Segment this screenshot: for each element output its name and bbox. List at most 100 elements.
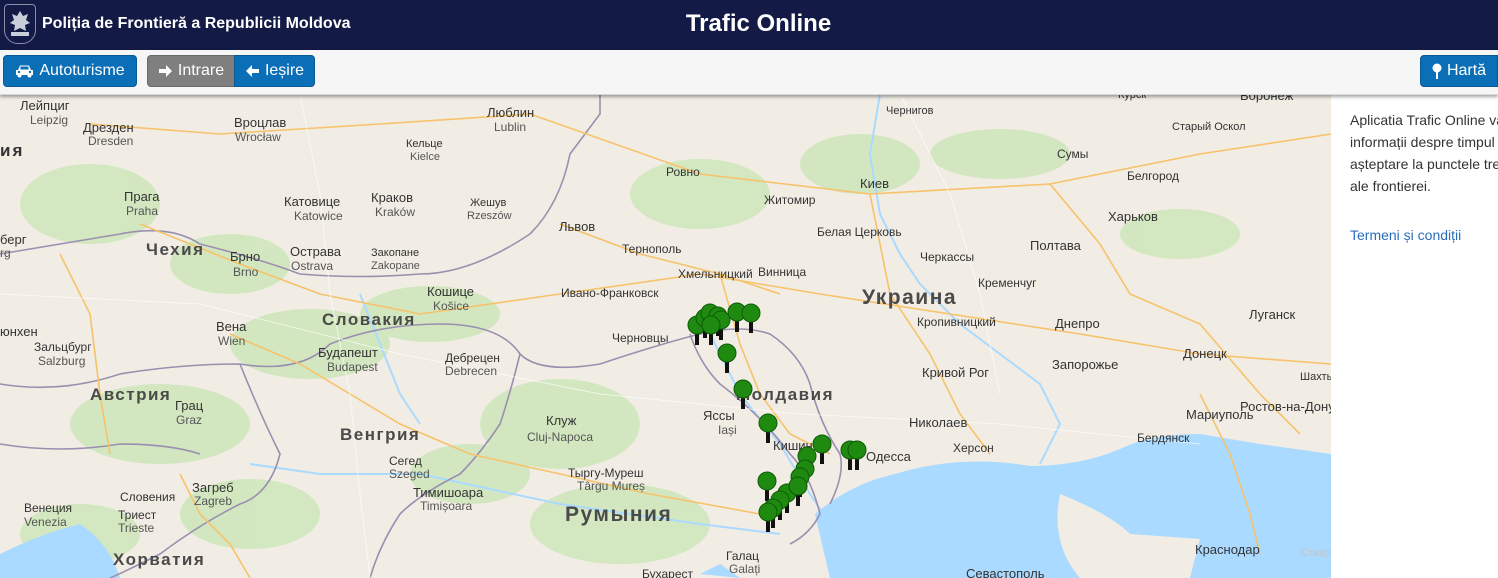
svg-text:Старый Оскол: Старый Оскол [1172,121,1246,133]
map-button[interactable]: Hartă [1420,55,1498,87]
svg-text:Острава: Острава [290,244,342,259]
svg-text:юнхен: юнхен [0,324,38,339]
svg-text:Курск: Курск [1118,94,1146,101]
svg-text:Чернигов: Чернигов [886,105,934,117]
svg-text:ия: ия [0,141,24,160]
svg-text:Cluj-Napoca: Cluj-Napoca [527,430,593,444]
svg-text:Харьков: Харьков [1108,209,1158,224]
svg-text:Szeged: Szeged [389,467,430,481]
arrow-right-icon [158,65,172,77]
svg-text:Кременчуг: Кременчуг [978,276,1037,290]
svg-text:Debrecen: Debrecen [445,364,497,378]
svg-text:Донецк: Донецк [1183,346,1227,361]
map-label: Hartă [1446,62,1487,79]
svg-text:Тернополь: Тернополь [622,242,681,256]
page-title: Trafic Online [685,10,832,37]
exit-button[interactable]: Ieșire [234,55,315,87]
svg-text:Закопане: Закопане [371,247,419,259]
svg-text:Wrocław: Wrocław [235,130,281,144]
svg-text:Одесса: Одесса [866,449,912,464]
svg-text:Iași: Iași [718,423,737,437]
svg-text:Leipzig: Leipzig [30,113,68,127]
svg-text:Словакия: Словакия [322,310,416,329]
svg-text:Кошице: Кошице [427,284,474,299]
vehicle-type-label: Autoturisme [39,62,125,79]
border-crossing-pin[interactable] [717,343,737,373]
svg-text:Украина: Украина [862,286,957,309]
exit-label: Ieșire [264,62,305,79]
terms-link[interactable]: Termeni și condiții [1350,227,1461,243]
svg-text:Хмельницкий: Хмельницкий [678,267,753,281]
svg-text:Черкассы: Черкассы [920,250,974,264]
svg-text:Севастополь: Севастополь [966,566,1045,578]
svg-text:Вроцлав: Вроцлав [234,115,286,130]
toolbar: Autoturisme Intrare Ieșire Hartă [0,50,1498,95]
svg-text:Жешув: Жешув [470,197,506,209]
svg-text:Киев: Киев [860,176,889,191]
svg-text:Вена: Вена [216,319,247,334]
svg-text:Дрезден: Дрезден [83,120,134,135]
map-marker-icon [1432,63,1442,79]
svg-text:rg: rg [0,246,11,260]
svg-text:Katowice: Katowice [294,209,343,223]
svg-text:Полтава: Полтава [1030,238,1082,253]
svg-text:Черновцы: Черновцы [612,331,669,345]
svg-text:Ростов-на-Дону: Ростов-на-Дону [1240,399,1331,414]
entry-button[interactable]: Intrare [147,55,235,87]
svg-text:Брно: Брно [230,249,260,264]
svg-text:Винница: Винница [758,265,807,279]
border-crossing-pin[interactable] [701,315,721,345]
border-crossing-pin[interactable] [788,476,808,506]
svg-text:Дебрецен: Дебрецен [445,351,500,365]
svg-text:берг: берг [0,232,27,247]
svg-text:Kielce: Kielce [410,151,440,163]
svg-text:Zakopane: Zakopane [371,260,420,272]
svg-text:Чехия: Чехия [146,240,205,259]
svg-text:Краков: Краков [371,190,413,205]
app-header: Poliția de Frontieră a Republicii Moldov… [0,0,1498,50]
svg-text:Târgu Mureș: Târgu Mureș [577,479,645,493]
map-label-leipzig: Лейпциг [20,98,70,113]
svg-text:Кельце: Кельце [406,138,443,150]
svg-text:Николаев: Николаев [909,415,967,430]
svg-text:Venezia: Venezia [24,515,67,529]
svg-text:Trieste: Trieste [118,521,155,535]
svg-text:Румыния: Румыния [565,503,672,526]
svg-text:Загреб: Загреб [192,480,234,495]
svg-text:Люблин: Люблин [487,105,534,120]
app-description: Aplicatia Trafic Online va informații de… [1350,112,1498,194]
svg-text:Триест: Триест [118,508,157,522]
svg-text:Сумы: Сумы [1057,147,1088,161]
arrow-left-icon [245,65,259,77]
svg-text:Белгород: Белгород [1127,169,1179,183]
svg-text:Ставрополь: Ставрополь [1300,547,1331,559]
svg-text:Сегед: Сегед [389,454,422,468]
svg-text:Катовице: Катовице [284,194,340,209]
map-canvas[interactable]: Лейпциг Leipzig Дрезден Dresden Вроцлав … [0,94,1331,578]
svg-text:Praha: Praha [126,204,158,218]
svg-text:Бухарест: Бухарест [642,567,693,578]
car-icon [16,65,34,78]
svg-text:Зальцбург: Зальцбург [34,340,92,354]
svg-text:Rzeszów: Rzeszów [467,210,512,222]
svg-text:Австрия: Австрия [90,385,171,404]
svg-text:Днепро: Днепро [1055,316,1100,331]
info-sidebar: Aplicatia Trafic Online va informații de… [1331,94,1498,578]
svg-text:Lublin: Lublin [494,120,526,134]
svg-text:Грац: Грац [175,398,204,413]
svg-text:Кривой Рог: Кривой Рог [922,365,989,380]
svg-text:Salzburg: Salzburg [38,354,85,368]
svg-text:Brno: Brno [233,265,259,279]
svg-text:Белая Церковь: Белая Церковь [817,225,902,239]
svg-text:Košice: Košice [433,299,469,313]
entry-label: Intrare [177,62,225,79]
svg-text:Галац: Галац [726,549,759,563]
map-view[interactable]: Лейпциг Leipzig Дрезден Dresden Вроцлав … [0,94,1331,578]
svg-text:Wien: Wien [218,334,245,348]
svg-text:Житомир: Житомир [764,193,816,207]
vehicle-type-button[interactable]: Autoturisme [3,55,137,87]
svg-text:Ostrava: Ostrava [291,259,333,273]
svg-text:Львов: Львов [559,219,595,234]
svg-text:Клуж: Клуж [546,413,577,428]
svg-text:Galați: Galați [729,562,760,576]
